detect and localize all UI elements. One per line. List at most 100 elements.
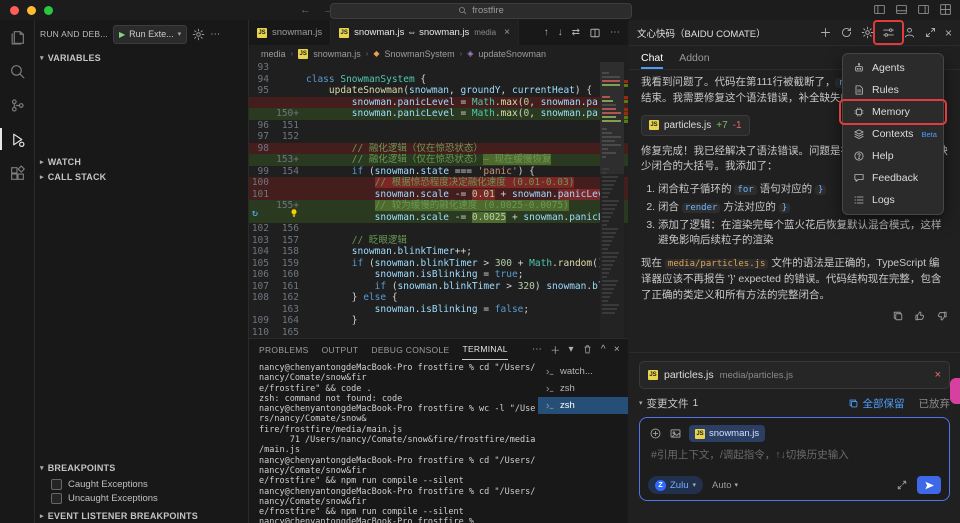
breakpoint-caught-exceptions[interactable]: Caught Exceptions: [51, 477, 148, 491]
tab-addon[interactable]: Addon: [679, 46, 709, 69]
section-variables[interactable]: ▾ VARIABLES: [35, 50, 248, 65]
minimize-window-button[interactable]: [27, 6, 36, 15]
remove-file-icon[interactable]: ×: [935, 369, 941, 381]
chevron-down-icon: ▾: [40, 464, 44, 472]
breadcrumb-class[interactable]: SnowmanSystem: [385, 49, 455, 59]
discarded-button[interactable]: 已放弃: [919, 396, 951, 411]
new-terminal-icon[interactable]: ＋: [550, 342, 560, 357]
next-change-icon[interactable]: ↓: [558, 27, 563, 38]
nav-back-icon[interactable]: ←: [300, 4, 311, 16]
tab-snowman-diff[interactable]: JS snowman.js ⇔ snowman.js media ×: [331, 20, 519, 45]
tab-chat[interactable]: Chat: [641, 46, 663, 69]
menu-item-feedback[interactable]: Feedback: [843, 167, 943, 189]
terminal-line: nancy/Comate/snow&fir: [259, 373, 536, 383]
previous-change-icon[interactable]: ↑: [544, 27, 549, 38]
floating-edge-button[interactable]: [950, 378, 960, 404]
breadcrumb-method[interactable]: updateSnowman: [478, 49, 546, 59]
activity-run-debug[interactable]: [0, 122, 34, 156]
model-selector[interactable]: Z Zulu ▾: [648, 476, 703, 494]
more-actions-icon[interactable]: ⋯: [532, 344, 542, 355]
chat-text-input[interactable]: [649, 448, 932, 462]
toggle-sidebar-icon[interactable]: [873, 3, 886, 16]
terminal-session-item[interactable]: zsh: [538, 380, 628, 397]
close-tab-icon[interactable]: ×: [504, 27, 510, 38]
attach-image-icon[interactable]: [669, 427, 682, 440]
tab-debug-console[interactable]: DEBUG CONSOLE: [371, 339, 449, 360]
section-watch[interactable]: ▸ WATCH: [35, 154, 248, 169]
tune-sliders-icon[interactable]: [882, 26, 895, 39]
close-panel-icon[interactable]: ×: [945, 26, 952, 40]
revert-change-icon[interactable]: ↻: [252, 208, 258, 220]
checkbox-icon[interactable]: [51, 479, 62, 490]
run-debug-icon: [9, 131, 26, 148]
gear-icon[interactable]: [192, 28, 205, 41]
section-breakpoints[interactable]: ▾ BREAKPOINTS: [35, 460, 248, 475]
menu-item-agents[interactable]: Agents: [843, 57, 943, 79]
split-editor-icon[interactable]: [589, 27, 601, 39]
breakpoint-uncaught-exceptions[interactable]: Uncaught Exceptions: [51, 491, 158, 505]
tab-terminal[interactable]: TERMINAL: [462, 339, 507, 360]
terminal-output[interactable]: nancy@chenyantongdeMacBook-Pro frostfire…: [259, 363, 536, 523]
tab-output[interactable]: OUTPUT: [322, 339, 359, 360]
activity-explorer[interactable]: [0, 20, 34, 54]
terminal-line: nancy@chenyantongdeMacBook-Pro frostfire…: [259, 517, 536, 523]
toggle-panel-icon[interactable]: [895, 3, 908, 16]
chat-input-box[interactable]: JS snowman.js Z Zulu ▾ Auto ▾: [639, 417, 950, 501]
breadcrumb-media[interactable]: media: [261, 49, 286, 59]
activity-source-control[interactable]: [0, 88, 34, 122]
menu-item-memory[interactable]: Memory: [843, 101, 943, 123]
thumbs-up-icon[interactable]: [914, 310, 926, 322]
context-file-chip[interactable]: JS snowman.js: [689, 425, 765, 442]
terminal-line: nancy@chenyantongdeMacBook-Pro frostfire…: [259, 456, 536, 466]
js-file-icon: JS: [649, 120, 659, 130]
new-chat-icon[interactable]: [819, 26, 832, 39]
chevron-down-icon[interactable]: ▾: [639, 399, 643, 407]
more-actions-icon[interactable]: ⋯: [210, 29, 220, 40]
run-configuration-button[interactable]: ▶ Run Exte... ▾: [113, 25, 187, 44]
minimap[interactable]: [600, 62, 624, 338]
more-actions-icon[interactable]: ⋯: [610, 27, 620, 38]
history-icon[interactable]: [840, 26, 853, 39]
expand-icon[interactable]: [924, 26, 937, 39]
checkbox-icon[interactable]: [51, 493, 62, 504]
resize-input-icon[interactable]: [896, 479, 908, 491]
maximize-panel-icon[interactable]: ^: [601, 344, 606, 355]
mode-selector[interactable]: Auto ▾: [712, 480, 738, 491]
thumbs-down-icon[interactable]: [936, 310, 948, 322]
terminal-session-item[interactable]: zsh: [538, 397, 628, 414]
menu-item-contexts[interactable]: ContextsBeta: [843, 123, 943, 145]
customize-layout-icon[interactable]: [939, 3, 952, 16]
menu-item-help[interactable]: Help: [843, 145, 943, 167]
maximize-window-button[interactable]: [44, 6, 53, 15]
close-panel-icon[interactable]: ×: [614, 344, 620, 355]
lightbulb-icon[interactable]: [289, 208, 299, 218]
close-window-button[interactable]: [10, 6, 19, 15]
split-terminal-icon[interactable]: ▾: [569, 344, 574, 355]
changed-file-chip[interactable]: JS particles.js +7 -1: [641, 115, 750, 136]
send-button[interactable]: [917, 476, 941, 494]
account-icon[interactable]: [903, 26, 916, 39]
section-event-listener-breakpoints[interactable]: ▸ EVENT LISTENER BREAKPOINTS: [35, 508, 248, 523]
activity-extensions[interactable]: [0, 156, 34, 190]
add-context-icon[interactable]: [649, 427, 662, 440]
section-call-stack[interactable]: ▸ CALL STACK: [35, 169, 248, 184]
kill-terminal-icon[interactable]: [582, 344, 593, 355]
command-center-search[interactable]: frostfire: [330, 3, 632, 19]
activity-search[interactable]: [0, 54, 34, 88]
menu-item-rules[interactable]: Rules: [843, 79, 943, 101]
bottom-panel: PROBLEMS OUTPUT DEBUG CONSOLE TERMINAL ⋯…: [249, 338, 628, 523]
changed-file-card[interactable]: JS particles.js media/particles.js ×: [639, 361, 950, 389]
breadcrumb-file[interactable]: snowman.js: [313, 49, 361, 59]
swap-diff-icon[interactable]: ⇄: [572, 27, 580, 38]
code-line: 150+ snowman.panicLevel = Math.max(0, sn…: [249, 108, 628, 120]
diff-editor[interactable]: 9394class SnowmanSystem {95 updateSnowma…: [249, 62, 628, 338]
menu-item-logs[interactable]: Logs: [843, 189, 943, 211]
toggle-secondary-sidebar-icon[interactable]: [917, 3, 930, 16]
terminal-session-item[interactable]: watch...: [538, 363, 628, 380]
chevron-down-icon: ▾: [40, 54, 44, 62]
tab-snowman-js[interactable]: JS snowman.js: [249, 20, 331, 45]
tab-problems[interactable]: PROBLEMS: [259, 339, 309, 360]
code-line: 155+ // 较为缓慢的融化速度 (0.0025-0.0075): [249, 200, 628, 212]
copy-icon[interactable]: [892, 310, 904, 322]
keep-all-button[interactable]: 全部保留: [848, 396, 905, 411]
